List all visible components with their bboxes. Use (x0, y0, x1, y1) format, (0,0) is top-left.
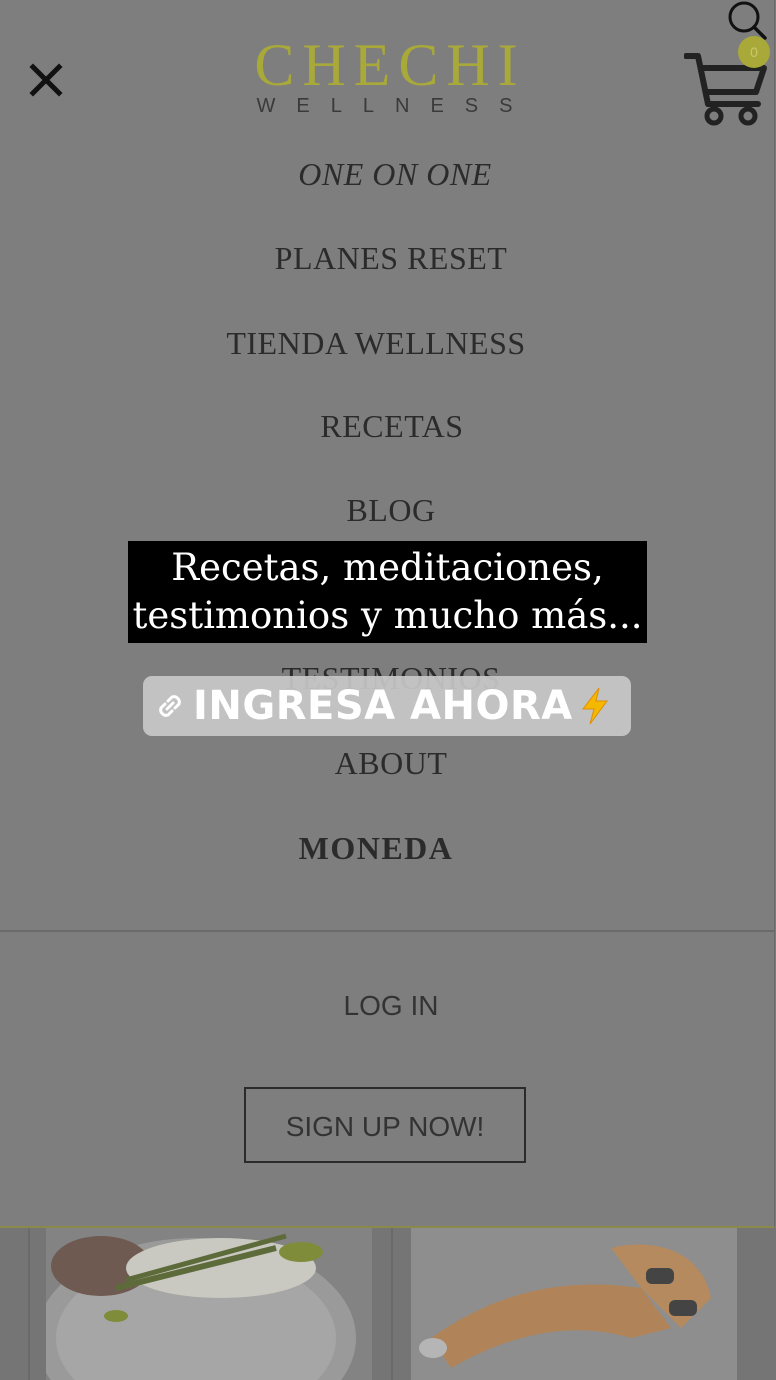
brand-logo[interactable]: CHECHI WELLNESS (240, 30, 540, 130)
link-icon (159, 695, 181, 717)
app-screen: CHECHI WELLNESS 0 ONE ON ONE PLANES RESE… (0, 0, 776, 1380)
menu-divider (0, 930, 774, 932)
nav-tienda-wellness[interactable]: TIENDA WELLNESS (0, 325, 752, 362)
nav-about[interactable]: ABOUT (0, 745, 776, 782)
story-link-sticker[interactable]: INGRESA AHORA (143, 676, 631, 736)
story-caption-line: Recetas, meditaciones, (171, 546, 604, 589)
nav-moneda[interactable]: MONEDA (0, 830, 752, 867)
close-icon[interactable] (28, 62, 64, 98)
login-link[interactable]: LOG IN (0, 990, 776, 1022)
grid-line (28, 1228, 30, 1380)
cart-count-badge: 0 (738, 36, 770, 68)
story-caption: Recetas, meditaciones, testimonios y muc… (128, 541, 647, 643)
nav-recetas[interactable]: RECETAS (0, 408, 776, 445)
recipe-thumbnail-image[interactable] (46, 1228, 372, 1380)
fitness-thumbnail-image[interactable] (411, 1228, 737, 1380)
signup-button[interactable]: SIGN UP NOW! (244, 1087, 526, 1163)
nav-one-on-one[interactable]: ONE ON ONE (0, 156, 776, 193)
brand-name: CHECHI (254, 32, 526, 98)
story-caption-line: testimonios y mucho más... (132, 594, 643, 637)
search-icon[interactable] (724, 0, 768, 40)
brand-tagline: WELLNESS (256, 95, 534, 117)
nav-planes-reset[interactable]: PLANES RESET (0, 240, 776, 277)
content-thumbnails (0, 1228, 776, 1380)
nav-blog[interactable]: BLOG (0, 492, 776, 529)
grid-line (391, 1228, 393, 1380)
bolt-icon (581, 687, 608, 725)
story-link-label: INGRESA AHORA (193, 683, 573, 729)
